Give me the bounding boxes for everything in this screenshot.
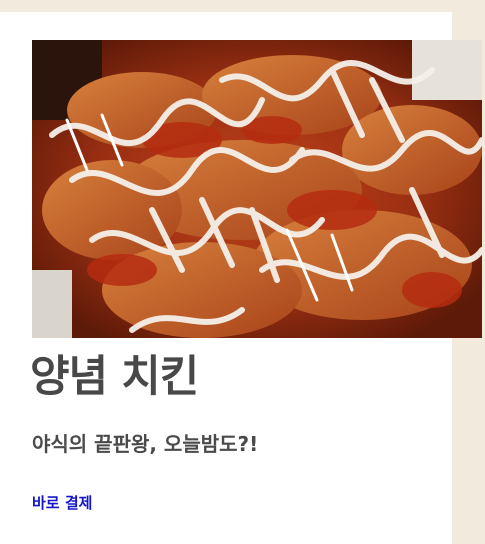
product-card: 양념 치킨 야식의 끝판왕, 오늘밤도?! 바로 결제 xyxy=(0,12,482,544)
chicken-image xyxy=(32,40,482,338)
buy-now-link[interactable]: 바로 결제 xyxy=(32,492,92,513)
product-photo xyxy=(32,40,482,338)
product-title: 양념 치킨 xyxy=(30,352,199,402)
product-subtitle: 야식의 끝판왕, 오늘밤도?! xyxy=(32,432,259,456)
